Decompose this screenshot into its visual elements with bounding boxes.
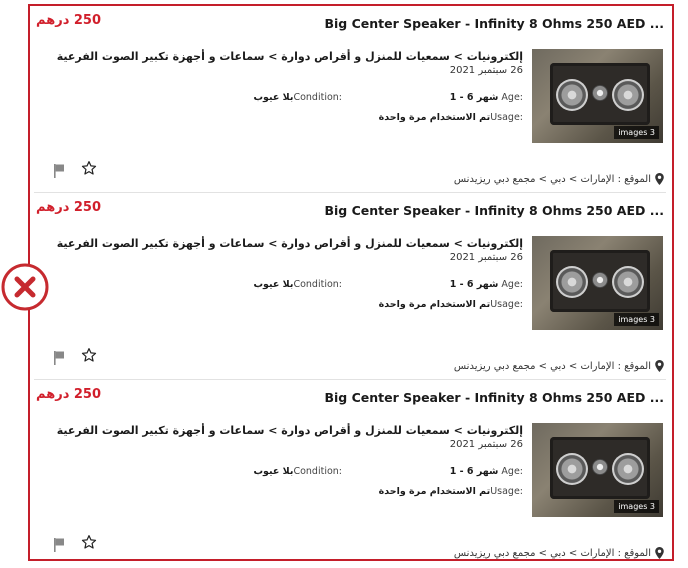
listing-title[interactable]: Big Center Speaker - Infinity 8 Ohms 250… xyxy=(324,16,664,31)
location-line: الموقع : الإمارات > دبي > مجمع دبي ريزيد… xyxy=(454,360,664,372)
condition-label: Condition: xyxy=(293,92,342,103)
location-pin-icon xyxy=(655,360,664,372)
listing-thumbnail[interactable]: images 3 xyxy=(532,236,663,330)
star-icon[interactable] xyxy=(81,534,97,550)
condition-value: بلا عيوب xyxy=(253,92,294,103)
location-pin-icon xyxy=(655,173,664,185)
usage-field: تم الاستخدام مرة واحدةUsage: xyxy=(379,486,523,497)
flag-icon[interactable] xyxy=(53,538,65,552)
listing-title[interactable]: Big Center Speaker - Infinity 8 Ohms 250… xyxy=(324,390,664,405)
usage-label: Usage: xyxy=(490,299,523,310)
star-icon[interactable] xyxy=(81,160,97,176)
listing-title[interactable]: Big Center Speaker - Infinity 8 Ohms 250… xyxy=(324,203,664,218)
age-field: 1 - 6 شهر Age: xyxy=(450,279,523,290)
age-label: Age: xyxy=(501,466,523,477)
age-value: 1 - 6 شهر xyxy=(449,466,499,477)
category-breadcrumb: إلكترونيات > سمعيات للمنزل و أقراص دوارة… xyxy=(56,424,523,437)
condition-field: بلا عيوبCondition: xyxy=(253,92,342,103)
listing-card[interactable]: 250 درهم Big Center Speaker - Infinity 8… xyxy=(30,193,672,379)
post-date: 26 سبتمبر 2021 xyxy=(449,65,523,76)
speaker-image xyxy=(550,437,650,499)
age-field: 1 - 6 شهر Age: xyxy=(450,92,523,103)
image-count-badge: images 3 xyxy=(614,313,659,326)
price-label: 250 درهم xyxy=(36,387,102,402)
location-text: الموقع : الإمارات > دبي > مجمع دبي ريزيد… xyxy=(453,360,651,372)
price-label: 250 درهم xyxy=(36,200,102,215)
age-value: 1 - 6 شهر xyxy=(449,279,499,290)
image-count-badge: images 3 xyxy=(614,126,659,139)
condition-field: بلا عيوبCondition: xyxy=(253,279,342,290)
usage-value: تم الاستخدام مرة واحدة xyxy=(378,299,491,310)
condition-value: بلا عيوب xyxy=(253,466,294,477)
price-label: 250 درهم xyxy=(36,13,102,28)
reject-x-icon xyxy=(1,263,49,311)
usage-value: تم الاستخدام مرة واحدة xyxy=(378,486,491,497)
age-label: Age: xyxy=(501,279,523,290)
condition-label: Condition: xyxy=(293,279,342,290)
condition-value: بلا عيوب xyxy=(253,279,294,290)
condition-label: Condition: xyxy=(293,466,342,477)
condition-field: بلا عيوبCondition: xyxy=(253,466,342,477)
listings-container: 250 درهم Big Center Speaker - Infinity 8… xyxy=(28,4,674,561)
location-pin-icon xyxy=(655,547,664,559)
category-breadcrumb: إلكترونيات > سمعيات للمنزل و أقراص دوارة… xyxy=(56,50,523,63)
usage-field: تم الاستخدام مرة واحدةUsage: xyxy=(379,112,523,123)
usage-label: Usage: xyxy=(490,486,523,497)
flag-icon[interactable] xyxy=(53,164,65,178)
usage-value: تم الاستخدام مرة واحدة xyxy=(378,112,491,123)
category-breadcrumb: إلكترونيات > سمعيات للمنزل و أقراص دوارة… xyxy=(56,237,523,250)
post-date: 26 سبتمبر 2021 xyxy=(449,252,523,263)
flag-icon[interactable] xyxy=(53,351,65,365)
speaker-image xyxy=(550,250,650,312)
age-value: 1 - 6 شهر xyxy=(449,92,499,103)
usage-label: Usage: xyxy=(490,112,523,123)
location-line: الموقع : الإمارات > دبي > مجمع دبي ريزيد… xyxy=(454,173,664,185)
star-icon[interactable] xyxy=(81,347,97,363)
location-text: الموقع : الإمارات > دبي > مجمع دبي ريزيد… xyxy=(453,173,651,185)
listing-card[interactable]: 250 درهم Big Center Speaker - Infinity 8… xyxy=(30,380,672,566)
location-text: الموقع : الإمارات > دبي > مجمع دبي ريزيد… xyxy=(453,547,651,559)
usage-field: تم الاستخدام مرة واحدةUsage: xyxy=(379,299,523,310)
speaker-image xyxy=(550,63,650,125)
age-field: 1 - 6 شهر Age: xyxy=(450,466,523,477)
post-date: 26 سبتمبر 2021 xyxy=(449,439,523,450)
listing-thumbnail[interactable]: images 3 xyxy=(532,423,663,517)
listing-card[interactable]: 250 درهم Big Center Speaker - Infinity 8… xyxy=(30,6,672,192)
image-count-badge: images 3 xyxy=(614,500,659,513)
listing-thumbnail[interactable]: images 3 xyxy=(532,49,663,143)
age-label: Age: xyxy=(501,92,523,103)
location-line: الموقع : الإمارات > دبي > مجمع دبي ريزيد… xyxy=(454,547,664,559)
